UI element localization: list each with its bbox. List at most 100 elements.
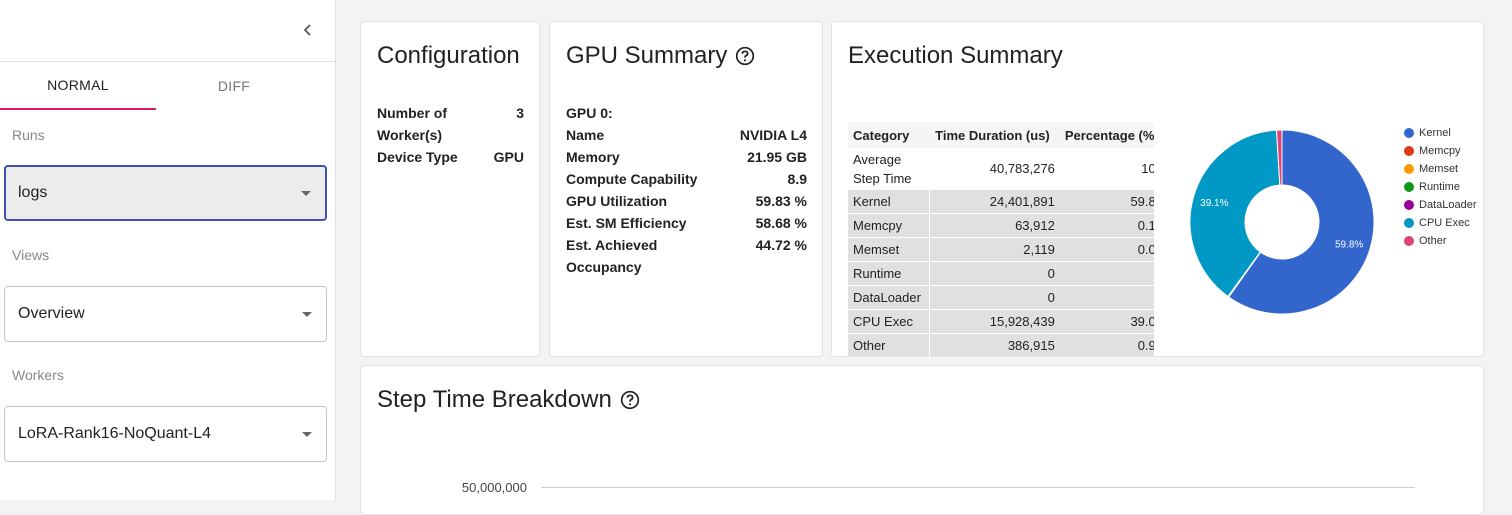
table-row: CPU Exec 15,928,439 39.06 [848,310,1154,334]
gpu-summary-card: GPU Summary GPU 0: Name NVIDIA L4 Memory 2… [549,21,823,357]
pie-legend: Kernel Memcpy Memset Runtime DataLoader CPU E… [1404,124,1477,250]
tab-normal[interactable]: NORMAL [0,62,156,110]
table-cell: 0 [930,262,1060,286]
legend-label: Runtime [1419,181,1460,193]
table-row: Other 386,915 0.95 [848,334,1154,358]
help-icon[interactable] [620,390,640,410]
chevron-left-icon [303,24,311,36]
gridline [541,487,1415,488]
step-time-title: Step Time Breakdown [377,386,612,413]
gpu-header: GPU 0: [566,102,807,124]
legend-item[interactable]: Memset [1404,160,1477,178]
gpu-header-label: GPU 0: [566,105,613,121]
help-icon[interactable] [735,46,755,66]
table-row: DataLoader 0 0 [848,286,1154,310]
table-cell: 15,928,439 [930,310,1060,334]
gpu-key: Compute Capability [566,171,698,187]
table-cell: 0.16 [1059,214,1154,238]
execution-summary-title: Execution Summary [848,42,1063,69]
runs-select-value: logs [18,184,48,201]
category-text: Average [853,151,902,167]
slice-label: 59.8% [1335,239,1363,250]
table-row: Memset 2,119 0.01 [848,238,1154,262]
category-text-cont: Step Time [853,170,912,186]
gpu-row: Compute Capability 8.9 [566,168,807,190]
legend-item[interactable]: DataLoader [1404,196,1477,214]
gpu-row: GPU Utilization 59.83 % [566,190,807,212]
legend-swatch [1404,164,1414,174]
runs-select[interactable]: logs [4,165,327,221]
collapse-sidebar-button[interactable] [296,18,320,42]
gpu-row-cont: Occupancy [566,256,807,278]
table-cell: 0.95 [1059,334,1154,358]
dropdown-arrow-icon [301,191,311,196]
legend-label: CPU Exec [1419,217,1470,229]
execution-summary-card: Execution Summary Category Time Duration… [831,21,1484,378]
legend-swatch [1404,218,1414,228]
legend-item[interactable]: Kernel [1404,124,1477,142]
gpu-value: NVIDIA L4 [739,127,807,143]
legend-swatch [1404,182,1414,192]
gpu-value: 21.95 GB [747,149,807,165]
legend-item[interactable]: Runtime [1404,178,1477,196]
legend-swatch [1404,146,1414,156]
gpu-key: Name [566,127,605,143]
table-cell: 100 [1059,148,1154,190]
table-cell: Memset [848,238,931,262]
tab-diff[interactable]: DIFF [156,62,312,110]
table-cell: DataLoader [848,286,931,310]
legend-swatch [1404,200,1414,210]
column-header[interactable]: Percentage (%) [1059,122,1154,148]
config-value: GPU [493,149,524,165]
config-key: Number of [377,105,447,121]
slice-label: 39.1% [1200,198,1228,209]
config-value: 3 [516,105,524,121]
gpu-summary-title: GPU Summary [566,42,728,69]
legend-item[interactable]: CPU Exec [1404,214,1477,232]
table-header-row: Category Time Duration (us) Percentage (… [848,122,1154,148]
table-cell: 0 [930,286,1060,310]
table-cell: Kernel [848,190,931,214]
column-header[interactable]: Time Duration (us) [930,122,1060,148]
config-row: Number of 3 [377,102,524,124]
gpu-value: 58.68 % [755,215,807,231]
gpu-value: 44.72 % [755,237,807,253]
mode-tabs: NORMAL DIFF [0,62,312,110]
table-row: Kernel 24,401,891 59.83 [848,190,1154,214]
legend-label: DataLoader [1419,199,1477,211]
workers-select[interactable]: LoRA-Rank16-NoQuant-L4 [4,406,327,462]
gpu-value: 59.83 % [755,193,807,209]
table-row: Memcpy 63,912 0.16 [848,214,1154,238]
execution-summary-table[interactable]: Category Time Duration (us) Percentage (… [848,122,1154,380]
runs-label: Runs [12,127,45,143]
column-header[interactable]: Category [848,122,931,148]
table-cell: Average Step Time [848,148,931,190]
table-cell: 0 [1059,262,1154,286]
sidebar: NORMAL DIFF Runs logs Views Overview Wor… [0,0,336,500]
views-label: Views [12,247,50,263]
gpu-value: 8.9 [787,171,807,187]
y-tick-label: 50,000,000 [461,480,527,495]
legend-item[interactable]: Other [1404,232,1477,250]
views-select[interactable]: Overview [4,286,327,342]
config-key: Device Type [377,149,458,165]
workers-select-value: LoRA-Rank16-NoQuant-L4 [18,425,211,442]
views-select-value: Overview [18,305,85,322]
config-row: Device Type GPU [377,146,524,168]
gpu-key: Est. SM Efficiency [566,215,687,231]
gpu-key: Est. Achieved [566,237,658,253]
table-cell: 2,119 [930,238,1060,262]
gpu-row: Name NVIDIA L4 [566,124,807,146]
table-cell: CPU Exec [848,310,931,334]
dropdown-arrow-icon [302,432,312,437]
gpu-key: Occupancy [566,259,642,275]
gpu-key: GPU Utilization [566,193,668,209]
table-cell: 63,912 [930,214,1060,238]
gpu-row: Est. Achieved 44.72 % [566,234,807,256]
gpu-key: Memory [566,149,620,165]
legend-item[interactable]: Memcpy [1404,142,1477,160]
legend-swatch [1404,128,1414,138]
configuration-title: Configuration [377,42,520,69]
table-cell: Memcpy [848,214,931,238]
table-cell: 24,401,891 [930,190,1060,214]
